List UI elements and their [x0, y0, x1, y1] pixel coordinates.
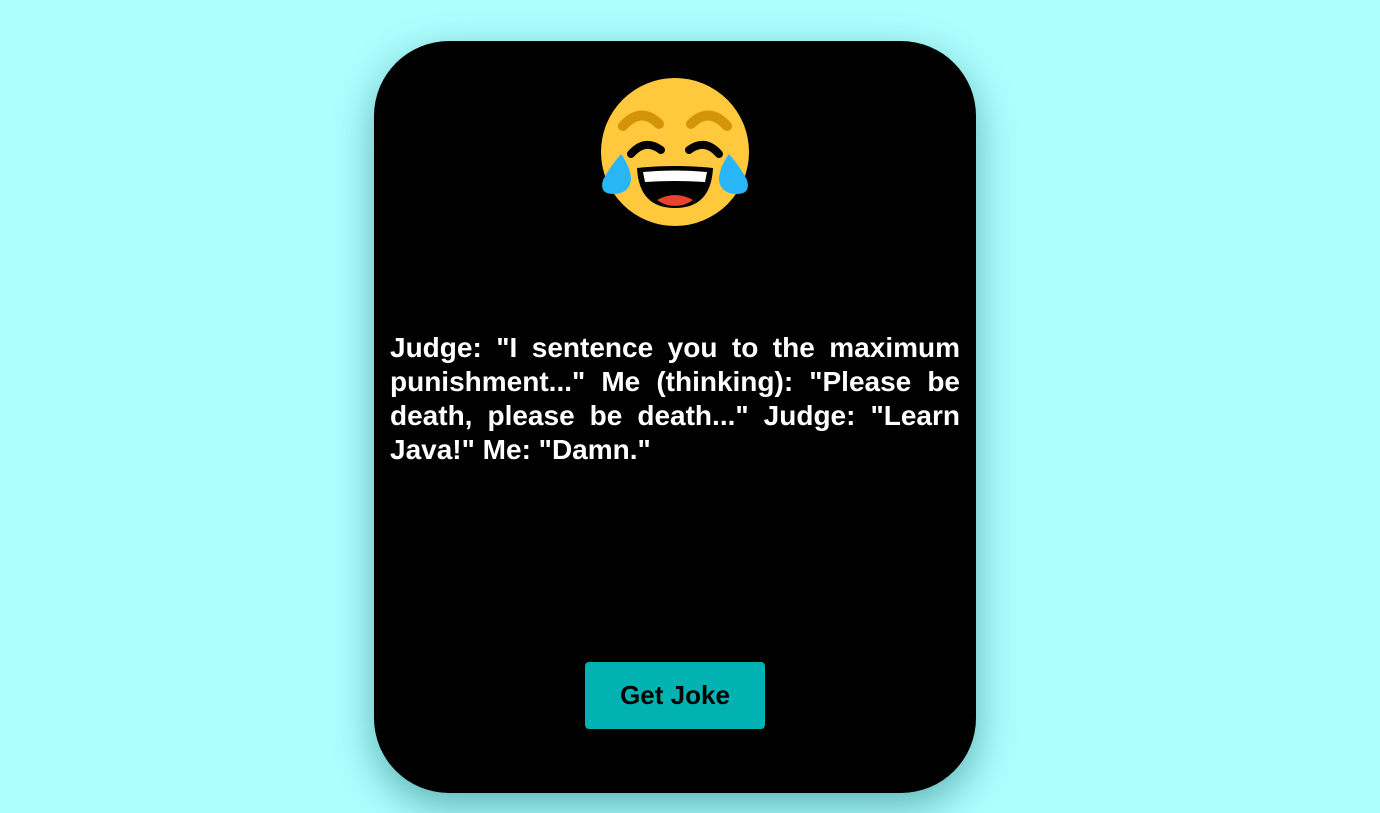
face-with-tears-of-joy-icon — [599, 76, 751, 228]
joke-card: Judge: "I sentence you to the maximum pu… — [374, 41, 976, 793]
joke-text: Judge: "I sentence you to the maximum pu… — [390, 332, 960, 465]
get-joke-button[interactable]: Get Joke — [585, 662, 765, 729]
